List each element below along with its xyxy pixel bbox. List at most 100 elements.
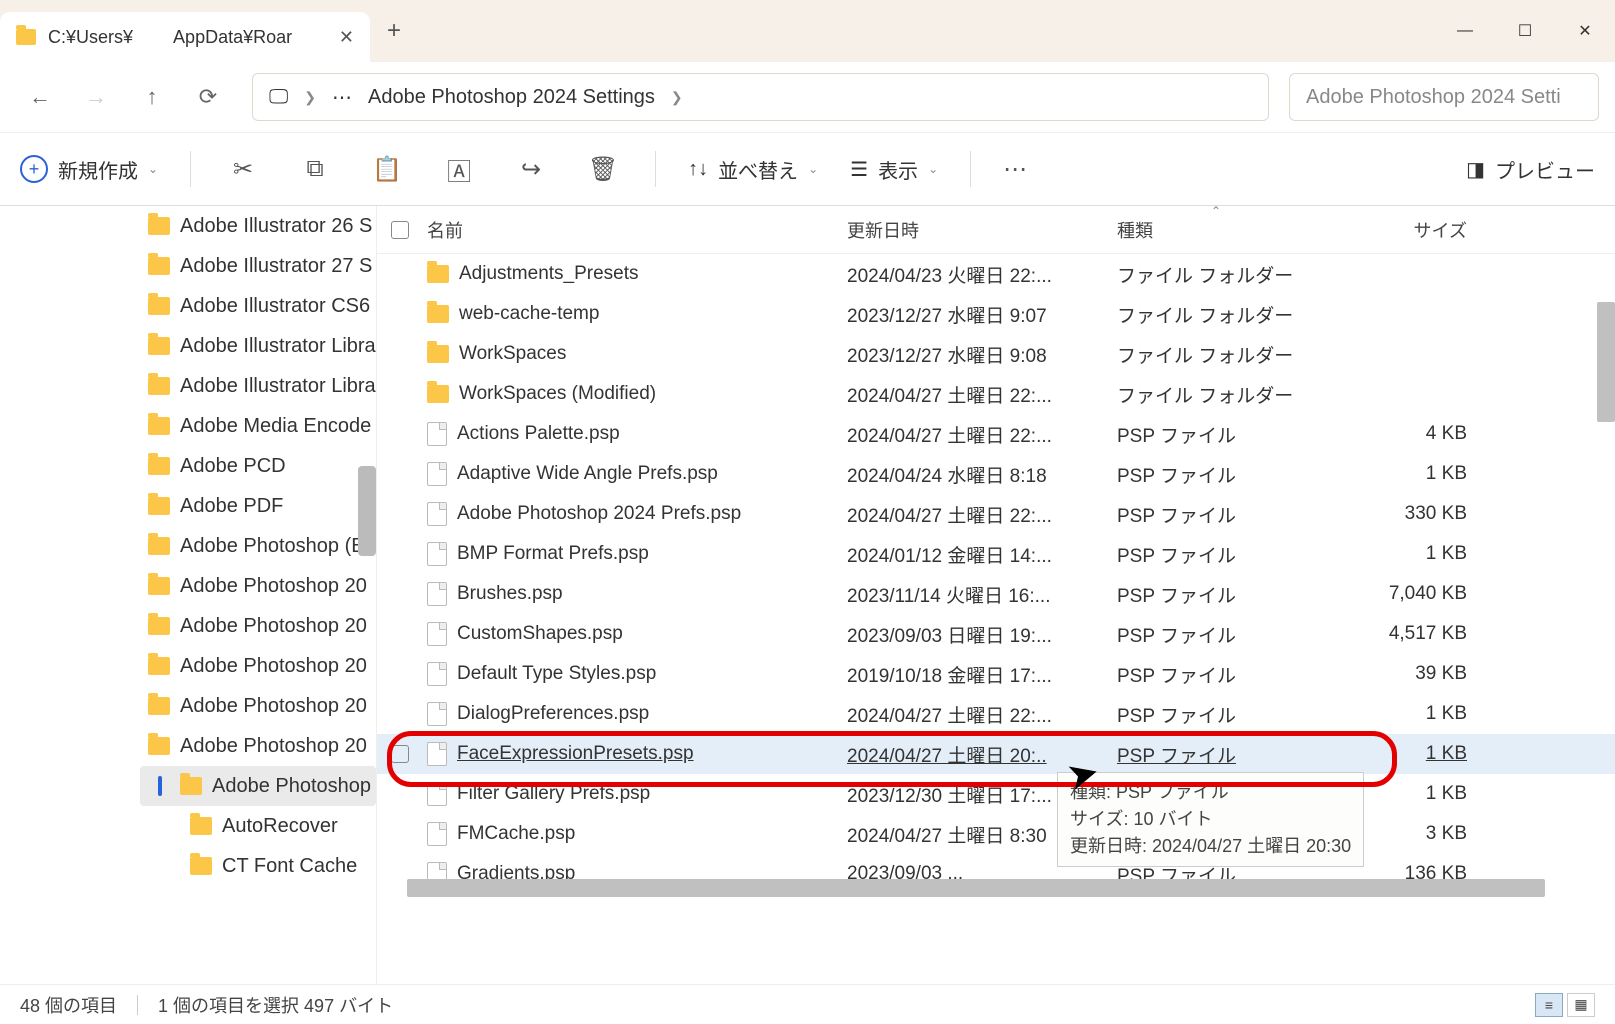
sidebar-item[interactable]: Adobe Illustrator Libra — [140, 326, 376, 366]
file-row[interactable]: web-cache-temp2023/12/27 水曜日 9:07ファイル フォ… — [377, 294, 1615, 334]
tooltip-type: 種類: PSP ファイル — [1070, 779, 1351, 806]
sidebar-item[interactable]: Adobe Illustrator 26 S — [140, 206, 376, 246]
column-name[interactable]: 名前 — [427, 217, 847, 243]
sidebar-item[interactable]: Adobe PDF — [140, 486, 376, 526]
file-row[interactable]: Adobe Photoshop 2024 Prefs.psp2024/04/27… — [377, 494, 1615, 534]
column-date[interactable]: 更新日時 — [847, 217, 1117, 243]
folder-icon — [148, 657, 170, 675]
sidebar: Adobe Illustrator 26 SAdobe Illustrator … — [0, 206, 377, 984]
view-button[interactable]: ☰ 表示 ⌄ — [850, 155, 938, 184]
preview-button[interactable]: ◨ プレビュー — [1466, 155, 1595, 184]
thumbnails-view-button[interactable]: ▦ — [1567, 993, 1595, 1017]
file-date: 2023/11/14 火曜日 16:... — [847, 581, 1117, 608]
sidebar-item[interactable]: Adobe Illustrator 27 S — [140, 246, 376, 286]
sidebar-item[interactable]: Adobe Photoshop 20 — [140, 566, 376, 606]
separator — [137, 995, 138, 1015]
copy-icon[interactable]: ⧉ — [295, 155, 335, 183]
refresh-button[interactable]: ⟳ — [184, 73, 232, 121]
file-date: 2024/04/23 火曜日 22:... — [847, 261, 1117, 288]
folder-icon — [190, 857, 212, 875]
file-row[interactable]: BMP Format Prefs.psp2024/01/12 金曜日 14:..… — [377, 534, 1615, 574]
file-type: PSP ファイル — [1117, 541, 1347, 568]
breadcrumb[interactable]: 🖵 ❯ ⋯ Adobe Photoshop 2024 Settings ❯ — [252, 73, 1269, 121]
sort-button[interactable]: ↑↓ 並べ替え ⌄ — [688, 155, 818, 184]
chevron-right-icon[interactable]: ❯ — [671, 89, 683, 106]
file-row[interactable]: DialogPreferences.psp2024/04/27 土曜日 22:.… — [377, 694, 1615, 734]
file-size: 39 KB — [1347, 663, 1487, 685]
details-view-button[interactable]: ≡ — [1535, 993, 1563, 1017]
close-button[interactable]: ✕ — [1555, 6, 1615, 56]
file-row[interactable]: Brushes.psp2023/11/14 火曜日 16:...PSP ファイル… — [377, 574, 1615, 614]
sidebar-item[interactable]: Adobe Illustrator CS6 — [140, 286, 376, 326]
sidebar-item[interactable]: AutoRecover — [150, 806, 376, 846]
vertical-scrollbar[interactable] — [1597, 302, 1615, 422]
folder-icon — [148, 697, 170, 715]
search-input[interactable]: Adobe Photoshop 2024 Setti — [1289, 73, 1599, 121]
select-all-checkbox[interactable] — [391, 221, 409, 239]
sidebar-item[interactable]: Adobe Media Encode — [140, 406, 376, 446]
folder-icon — [148, 217, 170, 235]
sidebar-item[interactable]: CT Font Cache — [150, 846, 376, 886]
back-button[interactable]: ← — [16, 73, 64, 121]
sidebar-item-label: Adobe Media Encode — [180, 415, 371, 438]
file-row[interactable]: Adjustments_Presets2024/04/23 火曜日 22:...… — [377, 254, 1615, 294]
sidebar-item[interactable]: Adobe Photoshop (Be — [140, 526, 376, 566]
file-row[interactable]: Default Type Styles.psp2019/10/18 金曜日 17… — [377, 654, 1615, 694]
sidebar-item[interactable]: Adobe Photoshop 20 — [140, 726, 376, 766]
column-type[interactable]: 種類 — [1117, 217, 1347, 243]
row-checkbox[interactable] — [391, 745, 409, 763]
sidebar-item-selected[interactable]: Adobe Photoshop 2 — [140, 766, 376, 806]
sidebar-item-label: Adobe Photoshop 20 — [180, 735, 367, 758]
file-row[interactable]: Adaptive Wide Angle Prefs.psp2024/04/24 … — [377, 454, 1615, 494]
file-size: 3 KB — [1347, 823, 1487, 845]
folder-icon — [148, 497, 170, 515]
file-type: PSP ファイル — [1117, 581, 1347, 608]
up-button[interactable]: ↑ — [128, 73, 176, 121]
share-icon[interactable]: ↪ — [511, 155, 551, 184]
file-row[interactable]: WorkSpaces2023/12/27 水曜日 9:08ファイル フォルダー — [377, 334, 1615, 374]
tab-close-icon[interactable]: ✕ — [339, 27, 354, 48]
sidebar-item-label: Adobe Photoshop 20 — [180, 655, 367, 678]
monitor-icon: 🖵 — [269, 86, 288, 109]
file-row[interactable]: WorkSpaces (Modified)2024/04/27 土曜日 22:.… — [377, 374, 1615, 414]
plus-circle-icon: + — [20, 155, 48, 183]
folder-icon — [148, 417, 170, 435]
file-name: Adaptive Wide Angle Prefs.psp — [457, 463, 718, 485]
breadcrumb-current[interactable]: Adobe Photoshop 2024 Settings — [368, 86, 655, 109]
minimize-button[interactable]: — — [1435, 6, 1495, 56]
folder-icon — [427, 385, 449, 403]
sidebar-item[interactable]: Adobe Photoshop 20 — [140, 606, 376, 646]
file-row[interactable]: CustomShapes.psp2023/09/03 日曜日 19:...PSP… — [377, 614, 1615, 654]
file-date: 2023/12/27 水曜日 9:08 — [847, 341, 1117, 368]
sidebar-scrollbar[interactable] — [358, 466, 376, 556]
file-row[interactable]: FMCache.psp2024/04/27 土曜日 8:30PSP ファイル3 … — [377, 814, 1615, 854]
file-row[interactable]: Filter Gallery Prefs.psp2023/12/30 土曜日 1… — [377, 774, 1615, 814]
more-button[interactable]: ⋯ — [1003, 155, 1029, 184]
chevron-down-icon: ⌄ — [808, 162, 818, 176]
file-size: 1 KB — [1347, 743, 1487, 765]
ellipsis-icon[interactable]: ⋯ — [332, 85, 352, 110]
maximize-button[interactable]: ☐ — [1495, 6, 1555, 56]
forward-button: → — [72, 73, 120, 121]
rename-icon[interactable]: 🄰 — [439, 152, 479, 187]
new-button[interactable]: + 新規作成 ⌄ — [20, 155, 158, 184]
cut-icon[interactable]: ✂ — [223, 155, 263, 184]
horizontal-scrollbar[interactable] — [407, 879, 1545, 897]
new-tab-button[interactable]: + — [370, 17, 418, 45]
file-row[interactable]: FaceExpressionPresets.psp2024/04/27 土曜日 … — [377, 734, 1615, 774]
sidebar-item[interactable]: Adobe Illustrator Libra — [140, 366, 376, 406]
sidebar-item[interactable]: Adobe Photoshop 20 — [140, 646, 376, 686]
folder-icon — [148, 337, 170, 355]
separator — [190, 151, 191, 187]
folder-icon — [427, 305, 449, 323]
file-name: web-cache-temp — [459, 303, 599, 325]
file-type: ファイル フォルダー — [1117, 341, 1347, 368]
sidebar-item[interactable]: Adobe Photoshop 20 — [140, 686, 376, 726]
file-row[interactable]: Actions Palette.psp2024/04/27 土曜日 22:...… — [377, 414, 1615, 454]
sidebar-item[interactable]: Adobe PCD — [140, 446, 376, 486]
paste-icon[interactable]: 📋 — [367, 155, 407, 184]
tab-active[interactable]: C:¥Users¥ AppData¥Roar ✕ — [0, 12, 370, 62]
delete-icon[interactable]: 🗑 — [583, 155, 623, 184]
sidebar-item-label: Adobe Photoshop 20 — [180, 695, 367, 718]
column-size[interactable]: サイズ — [1347, 217, 1487, 243]
